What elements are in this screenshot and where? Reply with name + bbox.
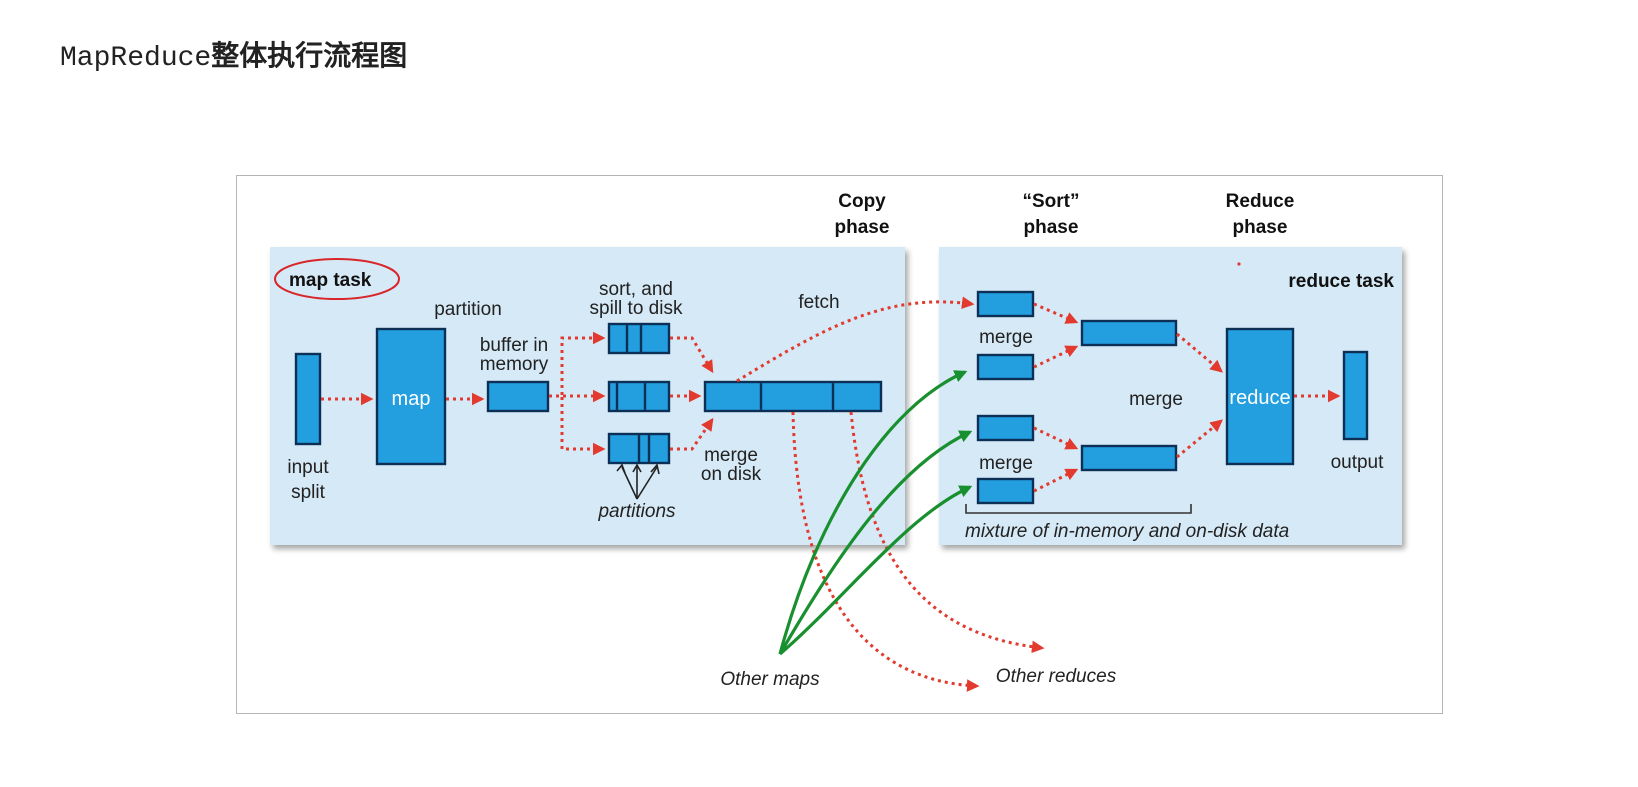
spill-file-middle [607, 380, 671, 413]
reduce-phase-label-1: Reduce [1226, 191, 1295, 212]
merged-segment-top [1080, 319, 1178, 347]
copy-phase-label-1: Copy [838, 191, 886, 212]
reduce-input-bottom-1 [976, 414, 1035, 442]
input-split-label-2: split [291, 482, 326, 503]
buffer-label-1: buffer in [480, 335, 548, 356]
map-block-label: map [392, 388, 431, 410]
merge-label-middle: merge [1129, 389, 1183, 410]
title-prefix: MapReduce [60, 43, 212, 74]
merge-label-bottom: merge [979, 453, 1033, 474]
reduce-phase-label-2: phase [1233, 217, 1288, 238]
mapreduce-diagram: Copy phase “Sort” phase Reduce phase map… [270, 191, 1402, 692]
sort-phase-label-2: phase [1024, 217, 1079, 238]
partition-label: partition [434, 299, 502, 320]
other-maps-label: Other maps [720, 669, 820, 690]
reduce-input-top-2 [976, 353, 1035, 381]
slide-title: MapReduce整体执行流程图 [60, 34, 407, 74]
spill-file-bottom [607, 432, 671, 465]
merge-label-top: merge [979, 327, 1033, 348]
sort-spill-label-2: spill to disk [590, 298, 683, 319]
reduce-block-label: reduce [1229, 387, 1290, 409]
map-task-title: map task [289, 270, 372, 291]
merged-segment-bottom [1080, 444, 1178, 472]
buffer-label-2: memory [480, 354, 549, 375]
mixture-label: mixture of in-memory and on-disk data [965, 521, 1289, 542]
input-split-block [294, 352, 322, 446]
output-block [1342, 350, 1369, 441]
merged-output-file [703, 380, 883, 413]
reduce-task-title: reduce task [1288, 271, 1394, 292]
figure-frame: Copy phase “Sort” phase Reduce phase map… [236, 175, 1443, 714]
stray-dot [1237, 262, 1241, 266]
other-reduces-label: Other reduces [996, 666, 1117, 687]
fetch-label: fetch [798, 292, 839, 313]
title-suffix: 整体执行流程图 [211, 39, 408, 72]
merge-on-disk-label-2: on disk [701, 464, 762, 485]
copy-phase-label-2: phase [835, 217, 890, 238]
reduce-input-bottom-2 [976, 477, 1035, 505]
partitions-label: partitions [597, 501, 676, 522]
merge-on-disk-label-1: merge [704, 445, 758, 466]
reduce-input-top-1 [976, 290, 1035, 318]
output-label: output [1331, 452, 1385, 473]
sort-phase-label-1: “Sort” [1023, 191, 1080, 212]
input-split-label-1: input [287, 457, 329, 478]
spill-file-top [607, 322, 671, 355]
sort-spill-label-1: sort, and [599, 279, 673, 300]
buffer-in-memory-block [486, 380, 550, 413]
